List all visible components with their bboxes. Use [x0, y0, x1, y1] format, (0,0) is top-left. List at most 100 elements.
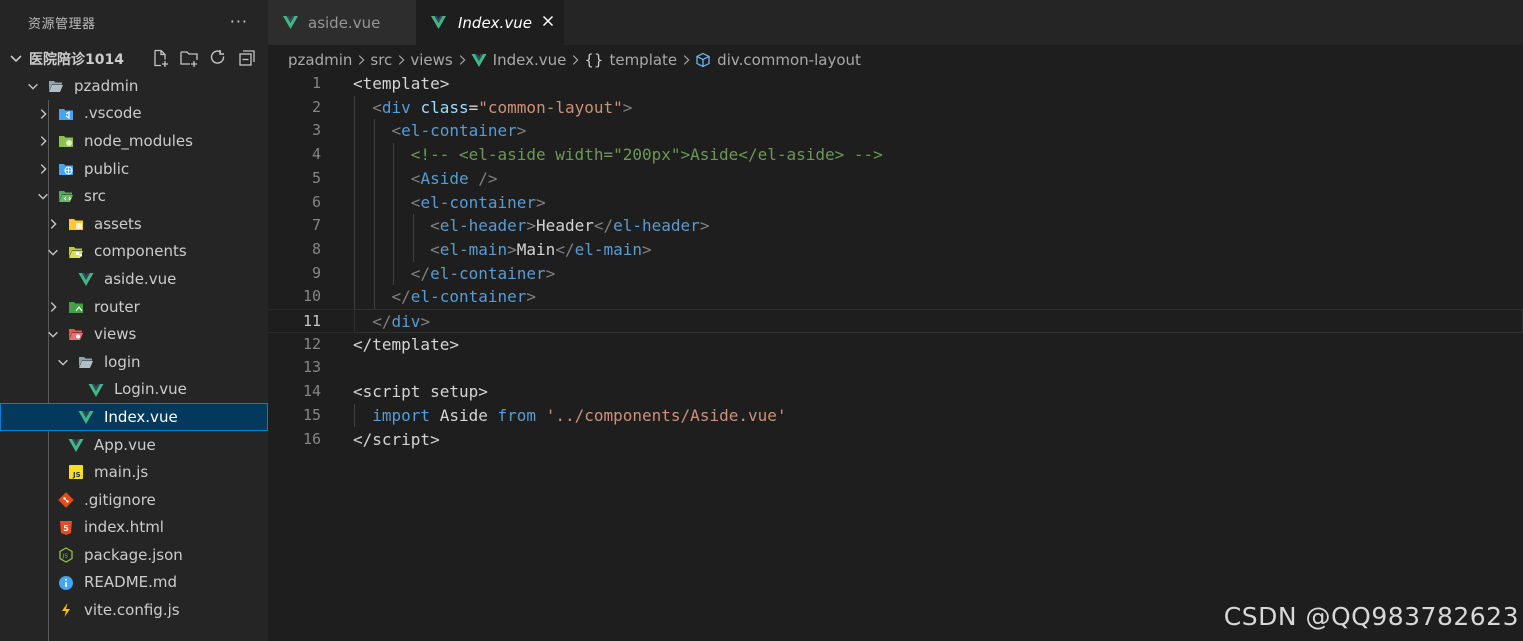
tree-item-pzadmin[interactable]: pzadmin	[0, 72, 268, 100]
code-line: 8 <el-main>Main</el-main>	[268, 238, 1523, 262]
tree-item-package-json[interactable]: JS package.json	[0, 541, 268, 569]
views-folder-icon	[69, 329, 83, 341]
line-number: 6	[311, 192, 321, 211]
code-line: 16 </script>	[268, 428, 1523, 452]
code-line: 13	[268, 356, 1523, 380]
code-editor[interactable]: 1 <template> 2 <div class="common-layout…	[268, 72, 1523, 641]
tree-item-router[interactable]: router	[0, 293, 268, 321]
code-text: <!-- <el-aside width="200px">Aside</el-a…	[410, 145, 883, 165]
tree-item-label: vite.config.js	[84, 601, 180, 620]
more-actions-icon[interactable]: ···	[230, 14, 248, 30]
tree-item-login-vue[interactable]: Login.vue	[0, 376, 268, 404]
breadcrumb-symbol[interactable]: {} template	[584, 51, 677, 69]
tree-item-label: .vscode	[84, 104, 142, 123]
tree-item-gitignore[interactable]: .gitignore	[0, 486, 268, 514]
chevron-down-icon	[38, 194, 48, 200]
file-tree: pzadmin .vscode node_modules public src	[0, 72, 268, 641]
line-number: 3	[311, 121, 321, 140]
tree-item-label: .gitignore	[84, 490, 156, 509]
git-file-icon	[58, 492, 74, 508]
tree-item-vite-config[interactable]: vite.config.js	[0, 596, 268, 624]
breadcrumb-item[interactable]: pzadmin	[288, 51, 352, 69]
braces-icon: {}	[584, 51, 604, 69]
code-line: 7 <el-header>Header</el-header>	[268, 214, 1523, 238]
code-line: 4 <!-- <el-aside width="200px">Aside</el…	[268, 143, 1523, 167]
vue-file-icon	[471, 54, 487, 67]
code-text: import Aside from '../components/Aside.v…	[372, 405, 787, 425]
breadcrumb-symbol[interactable]: div.common-layout	[695, 51, 861, 69]
workspace-folder-name: 医院陪诊1014	[29, 51, 124, 68]
line-number: 11	[302, 312, 321, 330]
code-line: 15 import Aside from '../components/Asid…	[268, 404, 1523, 428]
collapse-all-icon[interactable]	[237, 48, 257, 68]
tab-aside-vue[interactable]: aside.vue	[268, 0, 416, 45]
workspace-folder-header[interactable]: 医院陪诊1014	[0, 45, 268, 72]
chevron-right-icon	[50, 219, 57, 229]
chevron-right-icon	[50, 301, 57, 312]
tree-item-readme[interactable]: README.md	[0, 569, 268, 597]
tree-item-assets[interactable]: assets	[0, 210, 268, 238]
line-number: 12	[302, 334, 321, 353]
chevron-down-icon	[58, 359, 68, 366]
tree-item-vscode[interactable]: .vscode	[0, 100, 268, 128]
tree-item-src[interactable]: src	[0, 182, 268, 210]
new-folder-icon[interactable]	[179, 48, 199, 68]
breadcrumb-file[interactable]: Index.vue	[471, 51, 566, 69]
tree-item-app-vue[interactable]: App.vue	[0, 431, 268, 459]
code-text: </el-container>	[410, 263, 556, 283]
tree-item-label: public	[84, 159, 130, 178]
vscode-folder-icon	[59, 108, 73, 120]
line-number: 8	[311, 239, 321, 258]
breadcrumb-item[interactable]: views	[410, 51, 452, 69]
code-line: 5 <Aside />	[268, 167, 1523, 191]
explorer-sidebar: 资源管理器 ··· 医院陪诊1014 pzadmin .vscode node_…	[0, 0, 268, 641]
tree-item-public[interactable]: public	[0, 155, 268, 183]
tab-label: aside.vue	[308, 13, 381, 32]
cube-icon	[696, 52, 710, 68]
chevron-right-icon	[40, 136, 47, 147]
tree-item-label: pzadmin	[74, 76, 139, 95]
router-folder-icon	[69, 301, 83, 313]
vue-file-icon	[68, 438, 84, 452]
folder-open-icon	[79, 356, 93, 368]
tree-item-label: index.html	[84, 518, 164, 537]
line-number: 4	[311, 145, 321, 164]
tree-item-index-vue[interactable]: Index.vue	[0, 403, 268, 431]
close-icon[interactable]	[540, 13, 556, 29]
tree-item-login[interactable]: login	[0, 348, 268, 376]
tree-item-label: login	[104, 352, 141, 371]
tree-item-label: App.vue	[94, 435, 156, 454]
breadcrumb-item[interactable]: src	[370, 51, 392, 69]
assets-folder-icon	[69, 218, 83, 230]
tree-item-index-html[interactable]: 5 index.html	[0, 514, 268, 542]
code-text: <el-container>	[391, 121, 527, 141]
chevron-right-icon	[359, 55, 365, 65]
tree-item-label: main.js	[94, 463, 149, 482]
code-line: 1 <template>	[268, 72, 1523, 96]
code-text: <Aside />	[410, 168, 498, 188]
code-line: 14 <script setup>	[268, 380, 1523, 404]
tree-item-node-modules[interactable]: node_modules	[0, 127, 268, 155]
tree-item-label: router	[94, 297, 140, 316]
tree-item-label: components	[94, 242, 187, 261]
chevron-down-icon	[48, 249, 58, 256]
chevron-right-icon	[683, 55, 690, 65]
node-folder-icon	[59, 136, 73, 148]
tree-item-views[interactable]: views	[0, 320, 268, 348]
chevron-down-icon	[28, 83, 38, 90]
code-line: 2 <div class="common-layout">	[268, 96, 1523, 120]
tree-item-aside-vue[interactable]: aside.vue	[0, 265, 268, 293]
code-text: <el-container>	[410, 192, 546, 212]
tree-item-main-js[interactable]: JS main.js	[0, 458, 268, 486]
globe-folder-icon	[59, 163, 73, 175]
line-number: 1	[311, 74, 321, 92]
tab-index-vue[interactable]: Index.vue	[416, 0, 564, 45]
chevron-right-icon	[40, 108, 47, 119]
line-number: 5	[311, 168, 321, 187]
tree-item-components[interactable]: components	[0, 238, 268, 266]
refresh-icon[interactable]	[208, 48, 228, 68]
tree-item-label: README.md	[84, 573, 178, 592]
new-file-icon[interactable]	[150, 48, 170, 68]
folder-open-icon	[49, 81, 63, 92]
line-number: 2	[311, 97, 321, 116]
